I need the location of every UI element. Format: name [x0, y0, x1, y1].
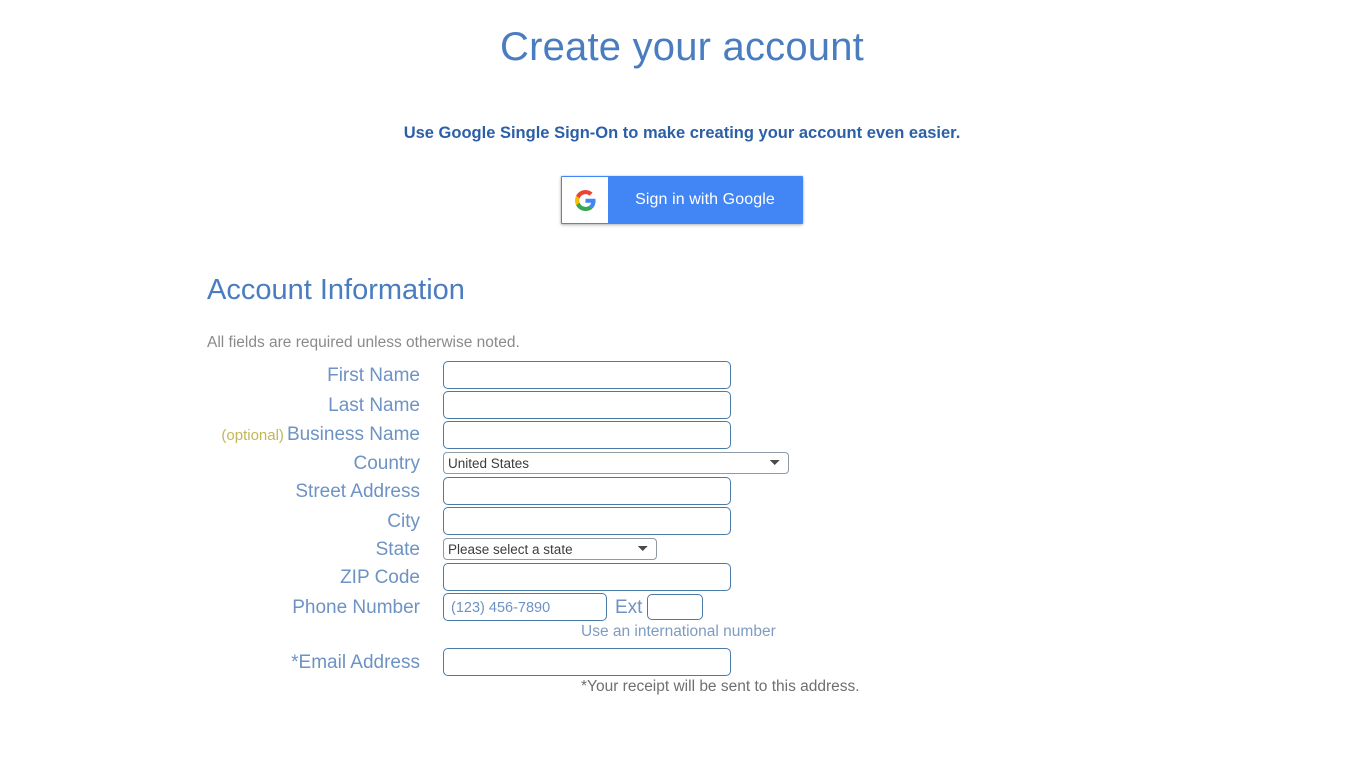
account-form: First Name Last Name (optional) Business … [207, 352, 1364, 696]
state-select[interactable]: Please select a state [443, 538, 657, 560]
country-select[interactable]: United States [443, 452, 789, 474]
section-heading: Account Information [207, 274, 465, 306]
first-name-label: First Name [327, 364, 420, 386]
business-name-optional-tag: (optional) [221, 427, 284, 444]
street-address-input[interactable] [443, 477, 731, 505]
business-name-input[interactable] [443, 421, 731, 449]
form-row-first-name: First Name [207, 360, 1364, 390]
google-g-icon [562, 177, 609, 223]
form-row-phone-number: Phone Number Ext [207, 592, 1364, 622]
form-row-state: State Please select a state [207, 536, 1364, 562]
zip-code-input[interactable] [443, 563, 731, 591]
city-input[interactable] [443, 507, 731, 535]
email-address-label: *Email Address [291, 651, 420, 673]
first-name-input[interactable] [443, 361, 731, 389]
email-address-input[interactable] [443, 648, 731, 676]
last-name-input[interactable] [443, 391, 731, 419]
business-name-label: Business Name [286, 424, 420, 445]
form-row-street-address: Street Address [207, 476, 1364, 506]
form-row-business-name: (optional) Business Name [207, 420, 1364, 450]
state-label: State [375, 538, 420, 560]
country-label: Country [353, 452, 420, 474]
account-information-section: Account Information All fields are requi… [0, 224, 1364, 696]
phone-ext-label: Ext [615, 596, 643, 618]
email-helper-row: *Your receipt will be sent to this addre… [207, 677, 1364, 696]
sso-promo-text: Use Google Single Sign-On to make creati… [403, 124, 961, 142]
form-row-zip-code: ZIP Code [207, 562, 1364, 592]
phone-helper-row: Use an international number [207, 622, 1364, 641]
phone-ext-input[interactable] [647, 594, 704, 620]
last-name-label: Last Name [328, 394, 420, 416]
city-label: City [387, 510, 420, 532]
form-row-city: City [207, 506, 1364, 536]
sign-in-with-google-button[interactable]: Sign in with Google [561, 176, 803, 224]
form-row-country: Country United States [207, 450, 1364, 476]
sso-button-container: Sign in with Google [0, 143, 1364, 224]
phone-number-label: Phone Number [292, 596, 420, 618]
zip-code-label: ZIP Code [340, 566, 420, 588]
email-receipt-note: *Your receipt will be sent to this addre… [581, 678, 860, 695]
phone-number-input[interactable] [443, 593, 607, 621]
google-button-label: Sign in with Google [635, 191, 775, 208]
street-address-label: Street Address [295, 480, 420, 502]
form-row-email-address: *Email Address [207, 647, 1364, 677]
page-title: Create your account [500, 25, 864, 69]
section-note: All fields are required unless otherwise… [207, 334, 520, 351]
form-row-last-name: Last Name [207, 390, 1364, 420]
international-number-link[interactable]: Use an international number [443, 622, 776, 641]
